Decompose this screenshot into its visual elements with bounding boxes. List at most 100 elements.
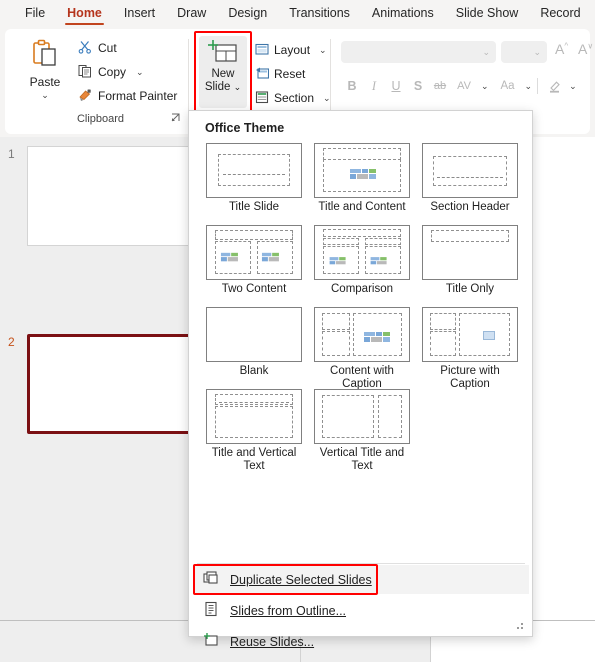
reset-label: Reset <box>274 67 306 81</box>
tab-insert[interactable]: Insert <box>113 0 166 27</box>
tab-file[interactable]: File <box>14 0 56 27</box>
paste-button[interactable]: Paste ⌄ <box>19 35 71 111</box>
reset-button[interactable]: Reset <box>255 63 305 85</box>
layout-gallery: Title Slide Title and Content Section He… <box>201 143 523 473</box>
slide-thumbnail-1[interactable] <box>27 146 205 246</box>
layout-item-title-only[interactable]: Title Only <box>417 225 523 296</box>
tab-transitions[interactable]: Transitions <box>278 0 361 27</box>
reuse-slides-icon <box>203 632 219 651</box>
character-spacing-button[interactable]: AV <box>451 75 477 97</box>
strikethrough-button[interactable]: ab <box>429 75 451 97</box>
layout-item-title-and-vertical-text[interactable]: Title and Vertical Text <box>201 389 307 473</box>
change-case-button[interactable]: Aa <box>495 75 521 97</box>
clipboard-group: Paste ⌄ Cut Copy ⌄ Format Painter Clipbo… <box>13 33 188 130</box>
office-theme-header: Office Theme <box>205 121 285 135</box>
layout-row-4: Title and Vertical Text Vertical Title a… <box>201 389 523 473</box>
character-spacing-chevron-down-icon[interactable]: ⌄ <box>481 81 489 92</box>
tab-record[interactable]: Record <box>529 0 591 27</box>
font-divider <box>537 78 539 94</box>
tab-draw[interactable]: Draw <box>166 0 217 27</box>
layout-label: Comparison <box>331 283 393 295</box>
copy-icon <box>78 64 92 81</box>
layout-label: Title and Vertical Text <box>211 447 297 472</box>
new-slide-chevron-down-icon: ⌄ <box>233 82 242 92</box>
layout-label: Vertical Title and Text <box>319 447 405 472</box>
slide-thumbnail-pane[interactable]: 1 2 <box>0 137 205 620</box>
layout-title-slide-icon <box>206 143 302 198</box>
layout-content-with-caption-icon <box>314 307 410 362</box>
paste-label: Paste <box>29 75 61 89</box>
layout-picture-with-caption-icon <box>422 307 518 362</box>
font-name-input[interactable]: ⌄ <box>341 41 496 63</box>
reuse-slides-item[interactable]: Reuse Slides... <box>193 627 529 656</box>
layout-row-3: Blank Content with Caption Picture with … <box>201 307 523 391</box>
layout-label: Blank <box>239 365 269 377</box>
cut-button[interactable]: Cut <box>75 37 120 59</box>
layout-label: Title Slide <box>228 201 280 213</box>
layout-title-and-vertical-text-icon <box>206 389 302 444</box>
duplicate-selected-slides-item[interactable]: Duplicate Selected Slides <box>193 565 529 594</box>
highlight-chevron-down-icon[interactable]: ⌄ <box>569 81 577 92</box>
font-size-input[interactable]: ⌄ <box>501 41 547 63</box>
font-name-chevron-down-icon[interactable]: ⌄ <box>482 47 490 58</box>
tab-home[interactable]: Home <box>56 0 113 27</box>
bold-button[interactable]: B <box>341 75 363 97</box>
ribbon-tab-bar: File Home Insert Draw Design Transitions… <box>0 0 595 27</box>
layout-item-two-content[interactable]: Two Content <box>201 225 307 296</box>
layout-item-picture-with-caption[interactable]: Picture with Caption <box>417 307 523 391</box>
layout-chevron-down-icon[interactable]: ⌄ <box>319 45 327 56</box>
new-slide-label-line2: Slide ⌄ <box>204 81 242 93</box>
layout-item-title-slide[interactable]: Title Slide <box>201 143 307 214</box>
new-slide-dropdown-menu: Office Theme Title Slide Title and Conte… <box>188 110 533 649</box>
highlight-pen-icon[interactable] <box>543 75 565 97</box>
copy-label: Copy <box>98 65 127 79</box>
resize-grip-icon[interactable] <box>515 620 525 630</box>
reuse-slides-label: Reuse Slides... <box>230 634 315 649</box>
layout-blank-icon <box>206 307 302 362</box>
layout-row-1: Title Slide Title and Content Section He… <box>201 143 523 225</box>
copy-chevron-down-icon[interactable]: ⌄ <box>136 67 144 78</box>
format-painter-button[interactable]: Format Painter <box>75 85 180 107</box>
new-slide-button[interactable]: New Slide ⌄ <box>199 36 247 108</box>
layout-item-vertical-title-and-text[interactable]: Vertical Title and Text <box>309 389 415 473</box>
layout-label: Layout <box>274 43 311 57</box>
layout-label: Picture with Caption <box>440 365 500 390</box>
thumbnail-slide-2[interactable]: 2 <box>0 325 205 445</box>
thumbnail-slide-1[interactable]: 1 <box>0 137 205 257</box>
font-size-chevron-down-icon[interactable]: ⌄ <box>533 47 541 58</box>
tab-slide-show[interactable]: Slide Show <box>445 0 530 27</box>
layout-item-title-and-content[interactable]: Title and Content <box>309 143 415 214</box>
decrease-font-size-button[interactable]: A∨ <box>578 41 593 57</box>
change-case-chevron-down-icon[interactable]: ⌄ <box>525 81 533 92</box>
slide-number-2: 2 <box>8 335 15 349</box>
tab-animations[interactable]: Animations <box>361 0 445 27</box>
section-button[interactable]: Section ⌄ <box>255 87 331 109</box>
tab-design[interactable]: Design <box>217 0 278 27</box>
layout-item-comparison[interactable]: Comparison <box>309 225 415 296</box>
paste-chevron-down-icon[interactable]: ⌄ <box>41 91 49 100</box>
slide-thumbnail-2-selected[interactable] <box>27 334 205 434</box>
layout-section-header-icon <box>422 143 518 198</box>
layout-item-content-with-caption[interactable]: Content with Caption <box>309 307 415 391</box>
section-icon <box>255 90 269 107</box>
increase-font-size-button[interactable]: A^ <box>555 41 568 57</box>
dialog-launcher-icon[interactable] <box>170 113 182 125</box>
slides-from-outline-label: Slides from Outline... <box>230 603 347 618</box>
reset-icon <box>255 66 270 83</box>
layout-button[interactable]: Layout ⌄ <box>255 39 327 61</box>
layout-label: Content with Caption <box>330 365 394 390</box>
slide-number-1: 1 <box>8 147 15 161</box>
new-slide-label-line1: New <box>211 68 235 80</box>
layout-label: Section Header <box>430 201 510 213</box>
scissors-icon <box>78 40 92 57</box>
font-formatting-row: B I U S ab AV ⌄ Aa ⌄ ⌄ <box>341 75 577 97</box>
slides-from-outline-item[interactable]: Slides from Outline... <box>193 596 529 625</box>
text-shadow-button[interactable]: S <box>407 75 429 97</box>
layout-item-section-header[interactable]: Section Header <box>417 143 523 214</box>
layout-label: Title Only <box>445 283 495 295</box>
layout-item-blank[interactable]: Blank <box>201 307 307 378</box>
underline-button[interactable]: U <box>385 75 407 97</box>
italic-button[interactable]: I <box>363 75 385 97</box>
duplicate-slides-icon <box>203 570 219 589</box>
copy-button[interactable]: Copy ⌄ <box>75 61 147 83</box>
